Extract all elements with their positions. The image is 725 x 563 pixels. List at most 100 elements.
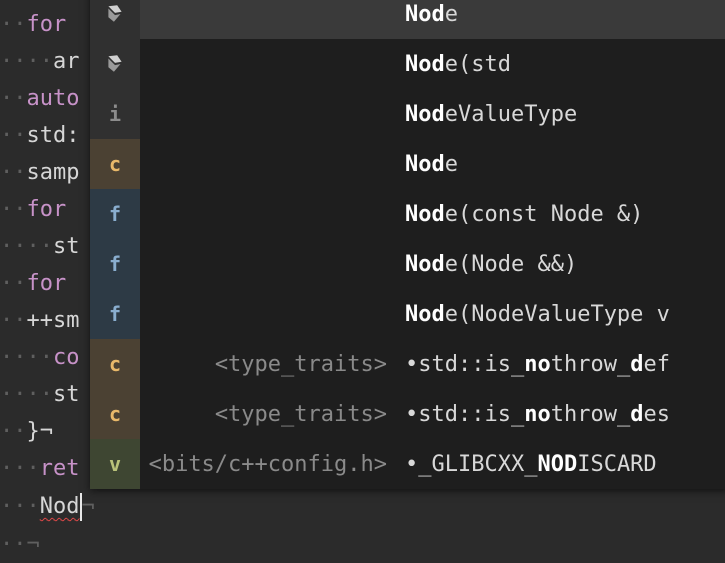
- kind-letter: f: [108, 202, 122, 226]
- code-line[interactable]: ····st: [0, 228, 79, 265]
- function-kind-icon: f: [90, 189, 140, 239]
- completion-rest: e: [444, 1, 458, 27]
- info-kind-icon: i: [90, 89, 140, 139]
- code-line[interactable]: ··auto: [0, 80, 79, 117]
- kind-letter: i: [108, 102, 122, 126]
- completion-rest: e(NodeValueType v: [444, 301, 670, 327]
- completion-label: Node(NodeValueType v: [405, 302, 725, 327]
- code-text: for: [26, 271, 67, 296]
- whitespace-marker: ··: [0, 532, 27, 557]
- match-highlight: Nod: [405, 51, 445, 77]
- completion-rest: eValueType: [444, 101, 578, 127]
- match-highlight: Nod: [405, 251, 445, 277]
- completion-rest: e(std: [444, 51, 511, 77]
- kind-letter: v: [108, 452, 122, 476]
- completion-origin: <type_traits>: [214, 401, 387, 427]
- completion-label: Node(std: [405, 52, 725, 77]
- code-text: std:: [26, 123, 80, 148]
- completion-item[interactable]: c <type_traits> •std::is_nothrow_def: [90, 339, 725, 389]
- completion-item[interactable]: Node(std: [90, 39, 725, 89]
- code-line[interactable]: ··}¬: [0, 413, 53, 450]
- whitespace-marker: ··: [0, 86, 27, 111]
- whitespace-marker: ··: [0, 12, 27, 37]
- class-kind-icon: c: [90, 139, 140, 189]
- keyword-icon: [90, 0, 140, 39]
- completion-label: NodeValueType: [405, 102, 725, 127]
- completion-label: Node: [405, 2, 725, 27]
- match-highlight: Nod: [405, 151, 445, 177]
- whitespace-marker: ····: [0, 382, 53, 407]
- completion-label: Node: [405, 152, 725, 177]
- class-kind-icon: c: [90, 389, 140, 439]
- whitespace-marker: ··: [0, 271, 27, 296]
- function-kind-icon: f: [90, 289, 140, 339]
- code-text: ret: [39, 456, 80, 481]
- whitespace-marker: ···: [0, 494, 40, 519]
- code-line[interactable]: ····st: [0, 376, 79, 413]
- whitespace-marker: ··: [0, 160, 27, 185]
- code-line[interactable]: ···ret: [0, 450, 80, 487]
- code-text: co: [52, 345, 80, 370]
- code-text: ++sm: [26, 308, 80, 333]
- code-text: for: [26, 197, 67, 222]
- match-highlight: Nod: [405, 1, 445, 27]
- completion-label: •_GLIBCXX_NODISCARD: [405, 451, 657, 477]
- code-text: st: [52, 234, 80, 259]
- completion-rest: e(Node &&): [444, 251, 578, 277]
- kind-letter: c: [108, 402, 122, 426]
- kind-letter: f: [108, 252, 122, 276]
- completion-rest: e(const Node &): [444, 201, 644, 227]
- completion-item[interactable]: i NodeValueType: [90, 89, 725, 139]
- match-highlight: Nod: [405, 301, 445, 327]
- whitespace-marker: ····: [0, 49, 53, 74]
- code-line[interactable]: ····ar: [0, 43, 79, 80]
- completion-label: •std::is_nothrow_def: [405, 351, 670, 377]
- completion-item[interactable]: f Node(NodeValueType v: [90, 289, 725, 339]
- completion-rest: e: [444, 151, 458, 177]
- whitespace-marker: ··: [0, 308, 27, 333]
- completion-label: Node(Node &&): [405, 252, 725, 277]
- completion-item[interactable]: f Node(Node &&): [90, 239, 725, 289]
- code-line[interactable]: ··samp: [0, 154, 79, 191]
- whitespace-marker: ····: [0, 345, 53, 370]
- code-line[interactable]: ··std:: [0, 117, 79, 154]
- whitespace-marker: ····: [0, 234, 53, 259]
- completion-item[interactable]: c Node: [90, 139, 725, 189]
- code-line[interactable]: ··for: [0, 191, 66, 228]
- code-text: for: [26, 12, 67, 37]
- code-text: st: [52, 382, 80, 407]
- keyword-icon: [90, 39, 140, 89]
- whitespace-marker: ··: [0, 197, 27, 222]
- code-text: ar: [52, 49, 80, 74]
- kind-letter: c: [108, 152, 122, 176]
- code-line[interactable]: ··++sm: [0, 302, 79, 339]
- code-text: auto: [26, 86, 80, 111]
- code-line[interactable]: ····co: [0, 339, 79, 376]
- class-kind-icon: c: [90, 339, 140, 389]
- whitespace-marker: ···: [0, 456, 40, 481]
- match-highlight: Nod: [405, 201, 445, 227]
- completion-origin: <bits/c++config.h>: [148, 451, 387, 477]
- code-line[interactable]: ··for: [0, 6, 66, 43]
- code-line[interactable]: ··¬: [0, 526, 40, 563]
- code-line[interactable]: ···Nod¬: [0, 488, 95, 525]
- code-text: Nod: [39, 494, 80, 519]
- completion-item[interactable]: Node: [90, 0, 725, 39]
- autocomplete-popup[interactable]: Node Node(std i NodeValueType c Node f Node(con…: [90, 0, 725, 489]
- completion-label: •std::is_nothrow_des: [405, 401, 670, 427]
- kind-letter: f: [108, 302, 122, 326]
- code-text: }¬: [26, 419, 54, 444]
- completion-origin: <type_traits>: [214, 351, 387, 377]
- completion-item[interactable]: c <type_traits> •std::is_nothrow_des: [90, 389, 725, 439]
- eol-marker: ¬: [81, 494, 95, 519]
- whitespace-marker: ··: [0, 123, 27, 148]
- kind-letter: c: [108, 352, 122, 376]
- completion-item[interactable]: v <bits/c++config.h> •_GLIBCXX_NODISCARD: [90, 439, 725, 489]
- code-text: samp: [26, 160, 80, 185]
- completion-item[interactable]: f Node(const Node &): [90, 189, 725, 239]
- function-kind-icon: f: [90, 239, 140, 289]
- match-highlight: Nod: [405, 101, 445, 127]
- code-text: ¬: [26, 532, 40, 557]
- whitespace-marker: ··: [0, 419, 27, 444]
- code-line[interactable]: ··for: [0, 265, 66, 302]
